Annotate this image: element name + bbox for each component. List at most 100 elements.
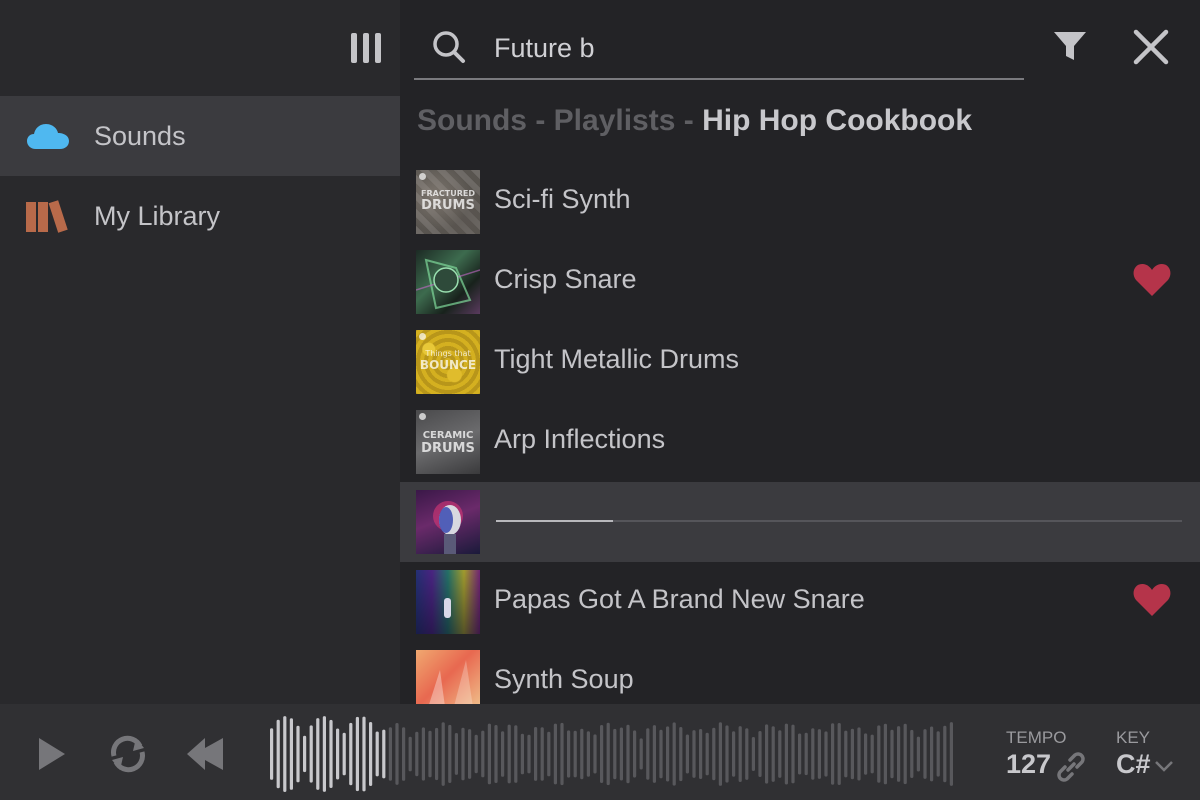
waveform-bar [270, 728, 274, 780]
list-item[interactable]: Things that BOUNCE Tight Metallic Drums [400, 322, 1200, 402]
waveform-bar [349, 722, 353, 786]
search-icon [432, 30, 466, 64]
playback-progress-fill [496, 520, 613, 522]
waveform-bar [547, 731, 551, 777]
album-art [416, 250, 480, 314]
waveform-bar [883, 723, 887, 785]
heart-icon[interactable] [1132, 582, 1172, 618]
waveform-bar [329, 719, 333, 788]
search-input[interactable] [494, 28, 1014, 68]
sidebar-item-label: My Library [94, 200, 221, 231]
list-item-playing[interactable] [400, 482, 1200, 562]
list-item[interactable]: Synth Soup [400, 642, 1200, 704]
waveform-bar [619, 727, 623, 781]
waveform-bar [864, 733, 868, 775]
sidebar: Sounds My Library [0, 0, 400, 704]
waveform-bar [375, 731, 379, 777]
filter-icon[interactable] [1052, 28, 1088, 64]
waveform-bar [322, 716, 326, 792]
sound-title: Sci-fi Synth [494, 184, 631, 214]
waveform-bar [316, 718, 320, 790]
list-item[interactable]: CERAMIC DRUMS Arp Inflections [400, 402, 1200, 482]
sidebar-item-label: Sounds [94, 120, 186, 151]
waveform-bar [817, 729, 821, 779]
waveform-bar [949, 722, 953, 786]
list-item[interactable]: Papas Got A Brand New Snare [400, 562, 1200, 642]
link-icon[interactable] [1054, 750, 1088, 784]
breadcrumb-current: Hip Hop Cookbook [702, 104, 973, 137]
waveform-bar [573, 730, 577, 778]
waveform-bar [837, 723, 841, 785]
sound-title: Papas Got A Brand New Snare [494, 584, 865, 614]
waveform-bar [435, 727, 439, 781]
columns-menu-icon[interactable] [348, 30, 384, 66]
play-icon[interactable] [32, 734, 76, 774]
waveform-bar [540, 727, 544, 781]
waveform-bar [481, 730, 485, 778]
waveform-bar [494, 725, 498, 783]
playback-progress[interactable] [496, 520, 1182, 522]
player-bar: TEMPO 127 KEY C# [0, 704, 1200, 800]
waveform-bar [692, 730, 696, 778]
loop-icon[interactable] [106, 734, 150, 774]
waveform-bar [791, 724, 795, 784]
app-window: Sounds My Library Future b Sounds - Play… [0, 0, 1200, 800]
waveform-bar [804, 732, 808, 776]
heart-icon[interactable] [1132, 262, 1172, 298]
waveform-bar [890, 729, 894, 779]
list-item[interactable]: FRACTURED DRUMS Sci-fi Synth [400, 162, 1200, 242]
waveform-bar [633, 730, 637, 778]
waveform-bar [725, 725, 729, 783]
waveform-bar [738, 726, 742, 782]
waveform-bar [666, 726, 670, 782]
waveform-bar [560, 722, 564, 786]
waveform-bar [553, 723, 557, 785]
waveform-bar [923, 729, 927, 779]
waveform-bar [388, 727, 392, 781]
sidebar-item-sounds[interactable]: Sounds [0, 96, 400, 176]
waveform-bar [369, 722, 373, 786]
waveform-bar [765, 724, 769, 784]
breadcrumb-playlists[interactable]: Playlists [554, 104, 676, 137]
waveform-bar [877, 725, 881, 783]
waveform-bar [520, 733, 524, 775]
waveform-bar [415, 731, 419, 777]
close-icon[interactable] [1133, 29, 1169, 65]
waveform-bar [468, 729, 472, 779]
waveform-bar [448, 724, 452, 783]
waveform[interactable] [270, 714, 960, 794]
key-value[interactable]: C# [1116, 749, 1151, 780]
waveform-bar [428, 730, 432, 778]
waveform-bar [646, 728, 650, 780]
waveform-bar [600, 725, 604, 783]
waveform-bar [289, 718, 293, 790]
waveform-bar [606, 722, 610, 786]
rewind-icon[interactable] [183, 734, 233, 774]
waveform-bar [355, 716, 359, 792]
waveform-bar [408, 736, 412, 772]
waveform-bar [336, 728, 340, 780]
waveform-bar [454, 733, 458, 775]
chevron-down-icon[interactable] [1154, 758, 1174, 774]
waveform-bar [732, 731, 736, 777]
list-item[interactable]: Crisp Snare [400, 242, 1200, 322]
waveform-bar [580, 728, 584, 780]
waveform-bar [659, 729, 663, 779]
sidebar-item-my-library[interactable]: My Library [0, 176, 400, 256]
waveform-bar [534, 727, 538, 781]
waveform-bar [903, 723, 907, 785]
tempo-label: TEMPO [1006, 728, 1067, 747]
waveform-bar [276, 719, 280, 789]
album-art: Things that BOUNCE [416, 330, 480, 394]
waveform-bar [487, 723, 491, 785]
album-art: FRACTURED DRUMS [416, 170, 480, 234]
breadcrumb-sounds[interactable]: Sounds [417, 104, 527, 137]
waveform-bar [342, 732, 346, 776]
waveform-bar [395, 723, 399, 785]
waveform-bar [699, 729, 703, 779]
waveform-bar [712, 727, 716, 781]
waveform-bar [705, 732, 709, 776]
album-art [416, 650, 480, 704]
waveform-bar [639, 738, 643, 770]
books-icon [24, 196, 72, 236]
